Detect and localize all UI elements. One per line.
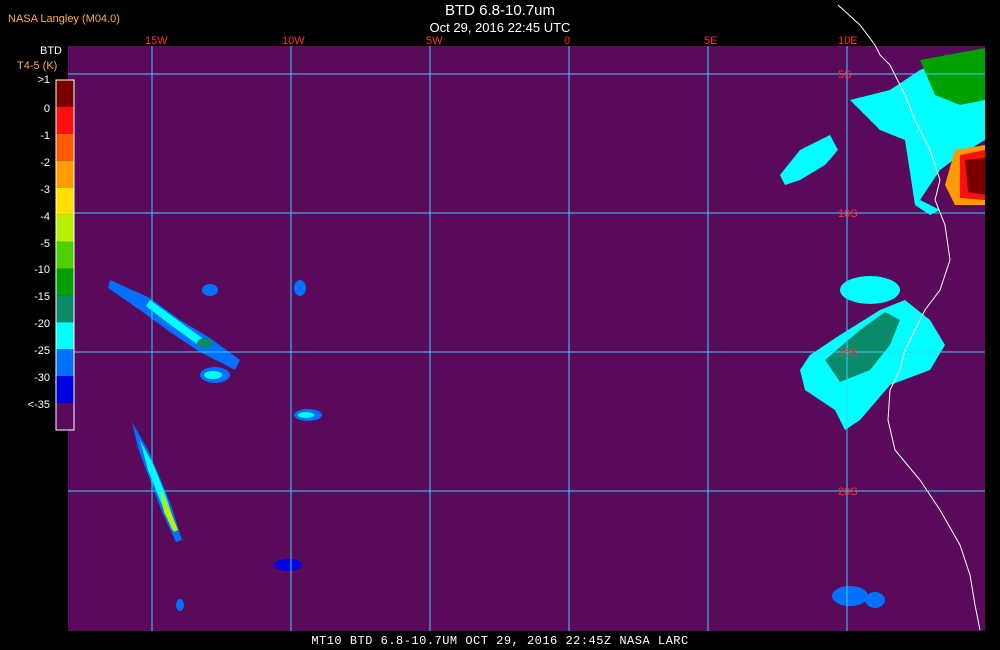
map-subtitle: Oct 29, 2016 22:45 UTC xyxy=(429,20,571,35)
lon-label-15w: 15W xyxy=(145,35,168,47)
legend-label: >1 xyxy=(37,74,50,86)
legend-label: -20 xyxy=(34,318,50,331)
longitude-labels: 15W 10W 5W 0 5E 10E xyxy=(145,35,858,47)
legend-label: -25 xyxy=(34,345,50,358)
satellite-map: 15W 10W 5W 0 5E 10E 5S 10S 15S 20S xyxy=(55,4,985,631)
legend-label: -5 xyxy=(40,237,50,250)
legend-labels: >1 0 -1 -2 -3 -4 -5 -10 -15 -20 -25 -30 <-35 xyxy=(0,0,60,650)
lat-label-20s: 20S xyxy=(838,486,858,498)
map-title: BTD 6.8-10.7um xyxy=(444,2,556,19)
legend-label: -4 xyxy=(40,210,50,223)
legend-label: <-35 xyxy=(27,399,50,412)
legend-label: -15 xyxy=(34,291,50,304)
lon-label-5e: 5E xyxy=(704,35,717,47)
legend-label: -10 xyxy=(34,264,50,277)
lon-label-0: 0 xyxy=(564,35,570,47)
lat-label-10s: 10S xyxy=(838,208,858,220)
legend-label: -1 xyxy=(40,129,50,142)
lat-label-15s: 15S xyxy=(838,347,858,359)
lon-label-10e: 10E xyxy=(838,35,858,47)
footer-caption: MT10 BTD 6.8-10.7UM OCT 29, 2016 22:45Z … xyxy=(311,634,689,648)
legend-label: -3 xyxy=(40,183,50,196)
legend-label: -2 xyxy=(40,156,50,169)
legend-label: -30 xyxy=(34,372,50,385)
lon-label-5w: 5W xyxy=(426,35,443,47)
lat-label-5s: 5S xyxy=(838,69,851,81)
lon-label-10w: 10W xyxy=(282,35,305,47)
legend-label: 0 xyxy=(43,102,50,115)
